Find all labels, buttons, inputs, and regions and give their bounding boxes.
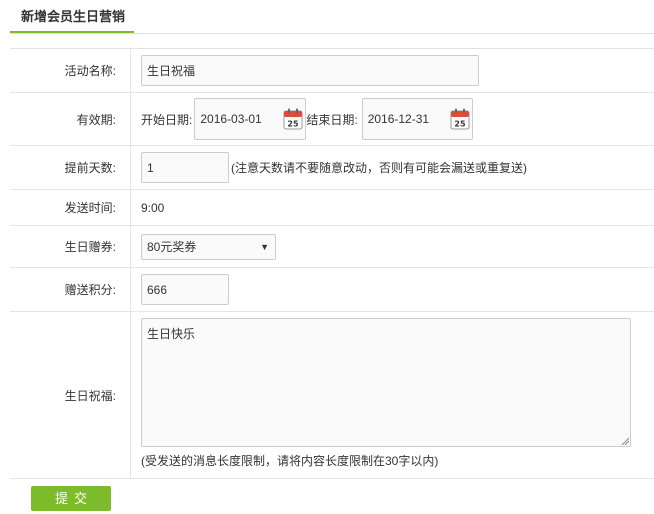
tab-new-birthday-marketing[interactable]: 新增会员生日营销 xyxy=(10,0,134,33)
points-cell: 666 xyxy=(141,268,654,311)
divider xyxy=(130,226,131,267)
divider xyxy=(130,312,131,478)
send-time-cell: 9:00 xyxy=(141,190,654,225)
form-table: 活动名称: 生日祝福 有效期: 开始日期: 2016-03-01 25 结束日期… xyxy=(10,48,654,479)
coupon-label: 生日赠券: xyxy=(64,240,116,254)
activity-name-cell: 生日祝福 xyxy=(141,49,654,92)
start-date-label: 开始日期: xyxy=(141,112,193,127)
row-coupon: 生日赠券: 80元奖券 ▼ xyxy=(10,226,654,268)
row-activity-name: 活动名称: 生日祝福 xyxy=(10,49,654,93)
validity-cell: 开始日期: 2016-03-01 25 结束日期: 2016-12-31 25 xyxy=(141,93,654,145)
points-label: 赠送积分: xyxy=(64,283,116,297)
end-date-input[interactable]: 2016-12-31 25 xyxy=(361,98,473,140)
activity-name-label: 活动名称: xyxy=(64,64,116,78)
resize-grip-icon[interactable] xyxy=(621,437,629,445)
start-date-input[interactable]: 2016-03-01 25 xyxy=(194,98,307,140)
greeting-label: 生日祝福: xyxy=(64,388,116,403)
send-time-value: 9:00 xyxy=(141,200,165,215)
coupon-select[interactable]: 80元奖券 ▼ xyxy=(141,233,276,260)
advance-days-cell: 1 (注意天数请不要随意改动，否则有可能会漏送或重复送) xyxy=(141,146,654,189)
calendar-icon[interactable]: 25 xyxy=(450,108,470,130)
tab-bar: 新增会员生日营销 xyxy=(10,0,654,34)
greeting-cell: 生日快乐 (受发送的消息长度限制，请将内容长度限制在30字以内) xyxy=(141,312,654,478)
divider xyxy=(130,49,131,92)
row-greeting: 生日祝福: 生日快乐 (受发送的消息长度限制，请将内容长度限制在30字以内) xyxy=(10,312,654,479)
divider xyxy=(130,268,131,311)
advance-days-hint: (注意天数请不要随意改动，否则有可能会漏送或重复送) xyxy=(231,161,527,175)
coupon-cell: 80元奖券 ▼ xyxy=(141,226,654,267)
greeting-value: 生日快乐 xyxy=(147,327,196,341)
coupon-selected-value: 80元奖券 xyxy=(147,240,197,254)
row-points: 赠送积分: 666 xyxy=(10,268,654,312)
dropdown-arrow-icon: ▼ xyxy=(260,241,269,252)
calendar-icon[interactable]: 25 xyxy=(283,108,303,130)
activity-name-input[interactable]: 生日祝福 xyxy=(141,55,479,86)
validity-label: 有效期: xyxy=(76,112,116,127)
send-time-label: 发送时间: xyxy=(64,201,116,215)
advance-days-input[interactable]: 1 xyxy=(141,152,229,183)
divider xyxy=(130,190,131,225)
start-date-value: 2016-03-01 xyxy=(200,112,262,126)
row-validity: 有效期: 开始日期: 2016-03-01 25 结束日期: 2016-12-3… xyxy=(10,93,654,146)
row-advance-days: 提前天数: 1 (注意天数请不要随意改动，否则有可能会漏送或重复送) xyxy=(10,146,654,190)
calendar-day-text: 25 xyxy=(288,120,300,129)
calendar-day-text: 25 xyxy=(454,120,466,129)
greeting-textarea[interactable]: 生日快乐 xyxy=(141,318,631,447)
greeting-hint: (受发送的消息长度限制，请将内容长度限制在30字以内) xyxy=(141,454,439,468)
end-date-label: 结束日期: xyxy=(306,112,358,127)
divider xyxy=(130,146,131,189)
points-input[interactable]: 666 xyxy=(141,274,229,305)
end-date-value: 2016-12-31 xyxy=(367,112,430,126)
row-send-time: 发送时间: 9:00 xyxy=(10,190,654,226)
submit-button[interactable]: 提交 xyxy=(31,486,111,511)
advance-days-label: 提前天数: xyxy=(64,161,116,175)
divider xyxy=(130,93,131,145)
